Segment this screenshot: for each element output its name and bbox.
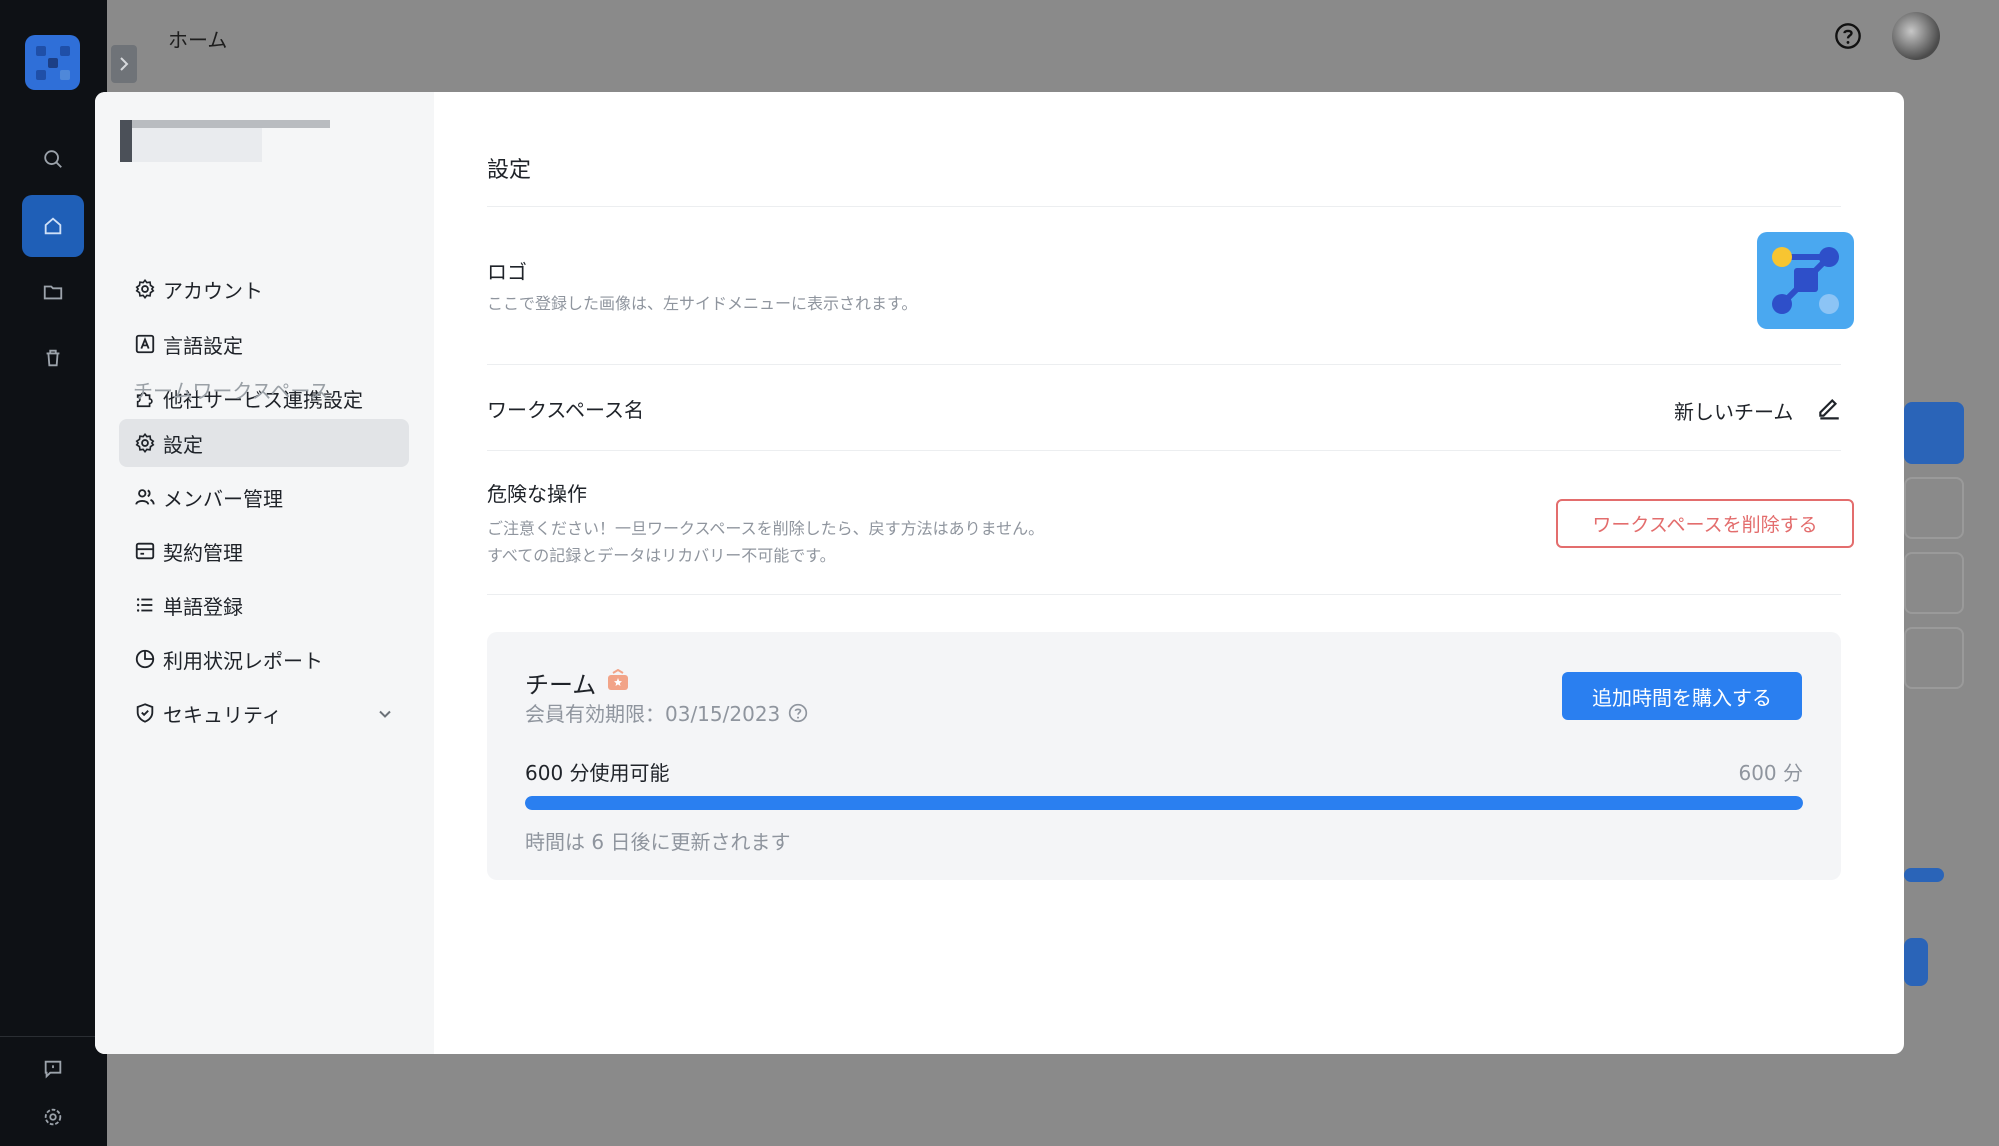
sidebar-item-label: 設定: [163, 432, 203, 457]
gear-icon: [133, 277, 157, 301]
rail-search-button[interactable]: [22, 128, 84, 190]
sidebar-item-label: セキュリティ: [163, 702, 282, 727]
usage-available: 600 分使用可能: [525, 761, 670, 785]
danger-description-2: すべての記録とデータはリカバリー不可能です。: [487, 546, 836, 565]
search-icon: [44, 150, 62, 168]
plan-card: チーム 会員有効期限：03/15/2023 追加時間を購入する 600 分使用可…: [487, 632, 1841, 880]
page-title: ホーム: [168, 28, 228, 52]
sidebar-item-label: 利用状況レポート: [163, 648, 323, 673]
home-icon: [44, 217, 62, 235]
sidebar-item-label: アカウント: [163, 278, 263, 303]
plan-name-text: チーム: [525, 671, 597, 699]
rail-settings-button[interactable]: [22, 1086, 84, 1146]
divider: [487, 450, 1841, 451]
plan-name: チーム: [525, 665, 630, 700]
edit-workspace-name-button[interactable]: [1816, 394, 1842, 424]
sidebar-item-settings[interactable]: 設定: [119, 419, 409, 467]
sidebar-item-usage-report[interactable]: 利用状況レポート: [119, 635, 409, 683]
chevron-right-icon: [120, 57, 129, 71]
divider: [487, 364, 1841, 365]
help-button[interactable]: [1834, 22, 1862, 54]
bg-bar: [1904, 868, 1944, 882]
workspace-name-value: 新しいチーム: [1674, 400, 1794, 424]
danger-zone-label: 危険な操作: [487, 482, 587, 506]
workspace-logo[interactable]: [25, 35, 80, 90]
bg-field: [1904, 627, 1964, 689]
billing-icon: [133, 539, 157, 563]
gear-icon: [44, 1108, 62, 1126]
rail-folder-button[interactable]: [22, 261, 84, 323]
expand-sidebar-button[interactable]: [111, 45, 137, 83]
sidebar-item-label: 契約管理: [163, 540, 243, 565]
plan-expiry: 会員有効期限：03/15/2023: [525, 698, 808, 727]
usage-progress-fill: [525, 796, 1803, 810]
list-icon: [133, 593, 157, 617]
sidebar-item-label: 言語設定: [163, 333, 243, 358]
logo-upload[interactable]: [1757, 232, 1854, 329]
workspace-logo-image-icon: [1772, 247, 1839, 314]
divider: [487, 206, 1841, 207]
sidebar-item-label: メンバー管理: [163, 486, 283, 511]
trash-icon: [46, 349, 60, 367]
rail-divider: [0, 1036, 107, 1037]
gear-icon: [133, 431, 157, 455]
settings-modal: アカウント 言語設定 他社サービス連携設定 チームワークスペース 設定 メンバー…: [95, 92, 1904, 1054]
language-icon: [133, 332, 157, 356]
feedback-icon: [44, 1060, 62, 1079]
pie-chart-icon: [133, 647, 157, 671]
crown-icon: [606, 668, 630, 697]
bg-field: [1904, 552, 1964, 614]
help-icon: [1835, 23, 1861, 49]
delete-workspace-button[interactable]: ワークスペースを削除する: [1556, 499, 1854, 548]
sidebar-item-dictionary[interactable]: 単語登録: [119, 581, 409, 629]
sidebar-item-members[interactable]: メンバー管理: [119, 473, 409, 521]
pencil-icon: [1819, 398, 1839, 420]
rail-trash-button[interactable]: [22, 327, 84, 389]
question-icon[interactable]: [788, 703, 808, 723]
settings-content: 設定 ロゴ ここで登録した画像は、左サイドメニューに表示されます。 ワークスペー…: [434, 92, 1904, 1054]
workspace-name-label: ワークスペース名: [487, 398, 644, 422]
folder-icon: [43, 285, 63, 300]
logo-graphic-icon: [35, 45, 70, 80]
bg-button: [1904, 938, 1928, 986]
bg-button: [1904, 402, 1964, 464]
settings-title: 設定: [487, 158, 532, 183]
workspace-name-redacted: [120, 120, 330, 162]
sidebar-item-label: 単語登録: [163, 594, 243, 619]
danger-description-1: ご注意ください！一旦ワークスペースを削除したら、戻す方法はありません。: [487, 519, 1045, 538]
logo-description: ここで登録した画像は、左サイドメニューに表示されます。: [487, 294, 918, 313]
bg-field: [1904, 477, 1964, 539]
sidebar-item-security[interactable]: セキュリティ: [119, 689, 409, 737]
shield-icon: [133, 701, 157, 725]
buy-additional-time-button[interactable]: 追加時間を購入する: [1562, 672, 1802, 720]
user-avatar[interactable]: [1892, 12, 1940, 60]
app-rail: [0, 0, 107, 1146]
renewal-notice: 時間は 6 日後に更新されます: [525, 830, 791, 854]
sidebar-item-language[interactable]: 言語設定: [119, 320, 409, 368]
team-section-heading: チームワークスペース: [133, 379, 330, 403]
sidebar-item-billing[interactable]: 契約管理: [119, 527, 409, 575]
logo-label: ロゴ: [487, 260, 527, 284]
rail-home-button[interactable]: [22, 195, 84, 257]
settings-sidebar: アカウント 言語設定 他社サービス連携設定 チームワークスペース 設定 メンバー…: [95, 92, 434, 1054]
plan-expiry-text: 会員有効期限：03/15/2023: [525, 702, 781, 726]
chevron-down-icon[interactable]: [377, 703, 393, 727]
usage-progress-bar: [525, 796, 1803, 810]
usage-total: 600 分: [1738, 761, 1803, 785]
divider: [487, 594, 1841, 595]
users-icon: [133, 485, 157, 509]
sidebar-item-account[interactable]: アカウント: [119, 265, 409, 313]
